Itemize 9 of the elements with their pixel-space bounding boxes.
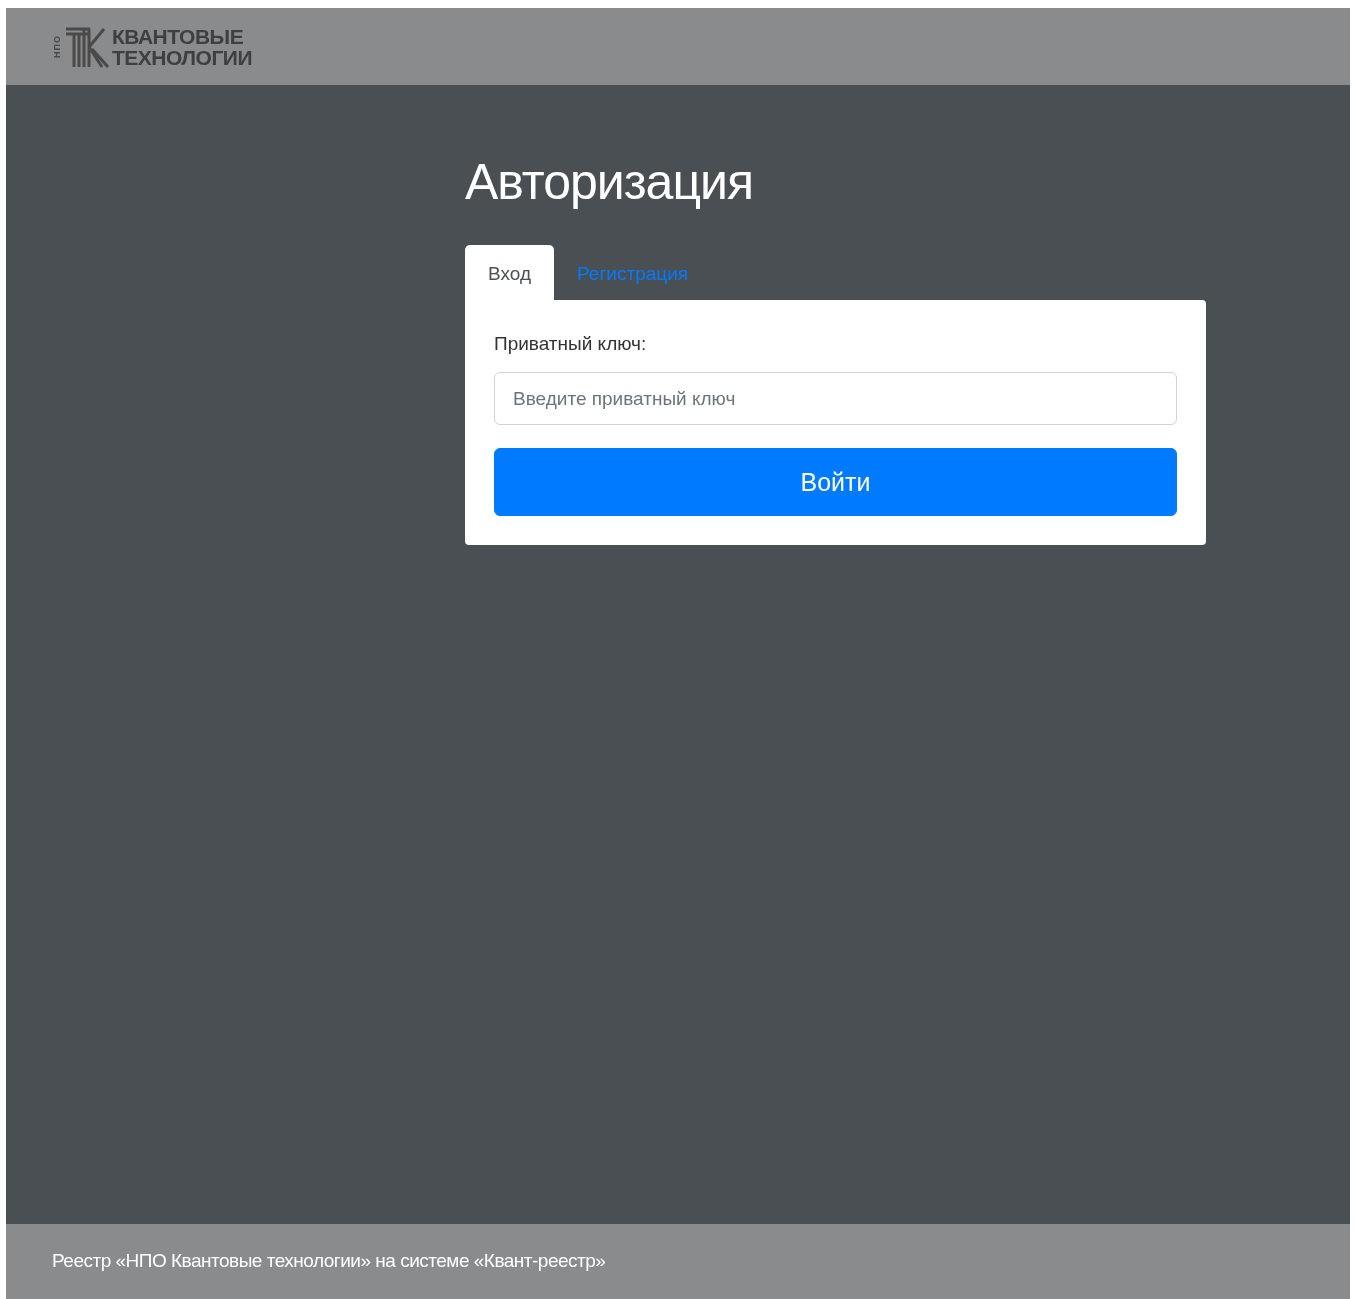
field-label: Приватный ключ: [494, 331, 648, 356]
key-input-field[interactable]: Введите приватный ключ [494, 372, 1177, 426]
tab[interactable]: Вход [465, 245, 554, 300]
logo-side-text: НПО [52, 35, 62, 58]
login-button[interactable]: Войти [494, 448, 1177, 517]
footer-text: Реестр «НПО Квантовые технологии» на системе «Квант-реестр» [52, 1249, 606, 1274]
page-title: Авторизация [465, 157, 755, 207]
tab[interactable]: Регистрация [554, 245, 712, 300]
logo-text: КВАНТОВЫЕ ТЕХНОЛОГИИ [112, 25, 252, 68]
